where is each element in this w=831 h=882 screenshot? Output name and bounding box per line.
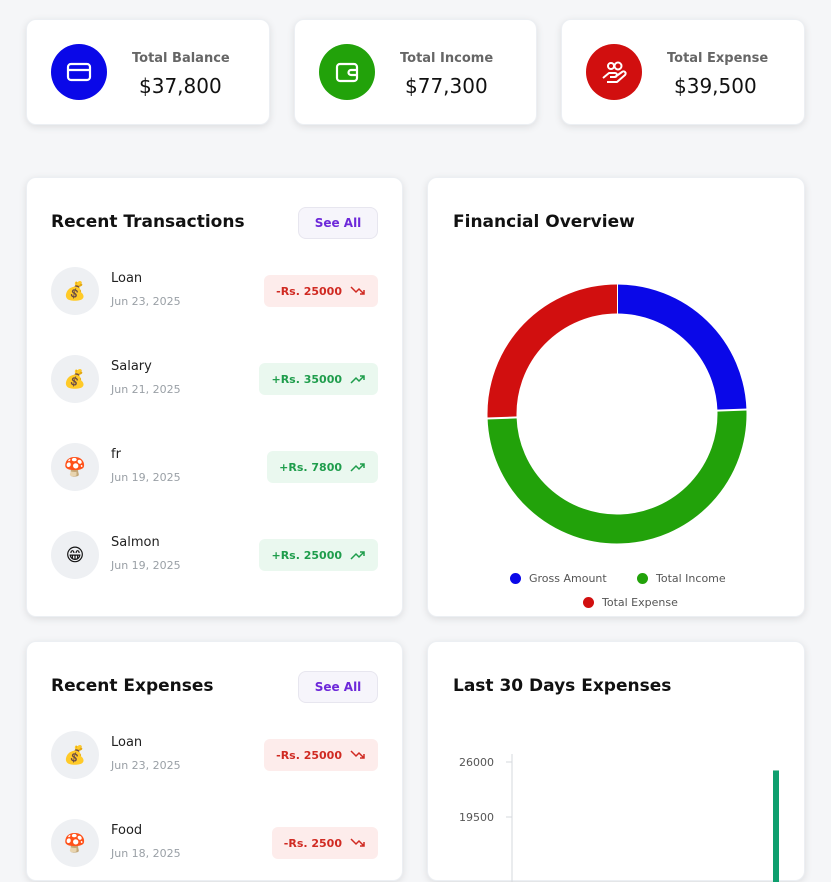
stat-value: $39,500 xyxy=(674,74,757,98)
financial-overview-card: Financial Overview Gross Amount Total In… xyxy=(427,177,805,617)
see-all-button[interactable]: See All xyxy=(298,671,378,703)
section-title: Financial Overview xyxy=(453,212,635,232)
legend-label: Total Expense xyxy=(602,596,678,609)
stat-card-balance: Total Balance $37,800 xyxy=(26,19,270,125)
money-bag-icon: 💰 xyxy=(51,267,99,315)
stat-label: Total Balance xyxy=(132,51,230,66)
donut-chart xyxy=(486,283,748,544)
tx-title: fr xyxy=(111,447,121,462)
trend-up-icon xyxy=(350,551,365,560)
bar-chart: 26000 19500 xyxy=(459,754,779,882)
recent-expenses-card: Recent Expenses See All 💰 Loan Jun 23, 2… xyxy=(26,641,403,881)
tx-date: Jun 19, 2025 xyxy=(111,471,181,484)
tx-date: Jun 19, 2025 xyxy=(111,559,181,572)
stat-label: Total Expense xyxy=(667,51,769,66)
stat-value: $37,800 xyxy=(139,74,222,98)
grin-emoji-icon: 😁 xyxy=(51,531,99,579)
tx-title: Food xyxy=(111,823,143,838)
amount-badge: -Rs. 25000 xyxy=(264,739,378,771)
legend-dot xyxy=(510,573,521,584)
amount-text: -Rs. 25000 xyxy=(276,748,342,762)
trend-up-icon xyxy=(350,463,365,472)
legend-dot xyxy=(583,597,594,608)
amount-text: +Rs. 25000 xyxy=(271,548,342,562)
legend-label: Gross Amount xyxy=(529,572,607,585)
donut-slice-gross-amount xyxy=(616,284,747,411)
tx-title: Loan xyxy=(111,735,143,750)
amount-text: -Rs. 25000 xyxy=(276,284,342,298)
section-title: Recent Transactions xyxy=(51,212,245,232)
hand-coins-icon xyxy=(586,44,642,100)
trend-down-icon xyxy=(350,838,365,847)
amount-badge: +Rs. 35000 xyxy=(259,363,378,395)
money-bag-icon: 💰 xyxy=(51,731,99,779)
amount-text: -Rs. 2500 xyxy=(283,836,342,850)
see-all-button[interactable]: See All xyxy=(298,207,378,239)
tx-date: Jun 23, 2025 xyxy=(111,759,181,772)
tx-title: Salary xyxy=(111,359,152,374)
amount-text: +Rs. 7800 xyxy=(279,460,342,474)
last-30-days-card: Last 30 Days Expenses 26000 19500 xyxy=(427,641,805,882)
y-tick-label: 19500 xyxy=(459,811,494,824)
mushroom-icon: 🍄 xyxy=(51,443,99,491)
trend-down-icon xyxy=(350,750,365,759)
amount-badge: -Rs. 25000 xyxy=(264,275,378,307)
wallet-icon xyxy=(319,44,375,100)
amount-badge: -Rs. 2500 xyxy=(271,827,378,859)
list-item[interactable]: 💰 Loan Jun 23, 2025 -Rs. 25000 xyxy=(51,731,378,779)
legend-label: Total Income xyxy=(656,572,726,585)
tx-title: Loan xyxy=(111,271,143,286)
recent-transactions-card: Recent Transactions See All 💰 Loan Jun 2… xyxy=(26,177,403,617)
amount-badge: +Rs. 7800 xyxy=(267,451,378,483)
legend-item: Gross Amount xyxy=(510,572,607,585)
y-tick-label: 26000 xyxy=(459,756,494,769)
tx-date: Jun 21, 2025 xyxy=(111,383,181,396)
stat-value: $77,300 xyxy=(405,74,488,98)
trend-up-icon xyxy=(350,375,365,384)
list-item[interactable]: 😁 Salmon Jun 19, 2025 +Rs. 25000 xyxy=(51,531,378,579)
trend-down-icon xyxy=(350,286,365,295)
stat-label: Total Income xyxy=(400,51,494,66)
bar[interactable] xyxy=(773,770,779,882)
slice-separator xyxy=(716,408,748,412)
stat-card-expense: Total Expense $39,500 xyxy=(561,19,805,125)
tx-date: Jun 18, 2025 xyxy=(111,847,181,860)
legend-item: Total Income xyxy=(637,572,726,585)
card-icon xyxy=(51,44,107,100)
tx-title: Salmon xyxy=(111,535,160,550)
donut-slice-total-income xyxy=(487,409,747,544)
stat-card-income: Total Income $77,300 xyxy=(294,19,537,125)
amount-text: +Rs. 35000 xyxy=(271,372,342,386)
tx-date: Jun 23, 2025 xyxy=(111,295,181,308)
list-item[interactable]: 🍄 Food Jun 18, 2025 -Rs. 2500 xyxy=(51,819,378,867)
slice-separator xyxy=(486,416,518,420)
list-item[interactable]: 💰 Loan Jun 23, 2025 -Rs. 25000 xyxy=(51,267,378,315)
money-bag-icon: 💰 xyxy=(51,355,99,403)
donut-slice-total-expense xyxy=(487,284,618,419)
amount-badge: +Rs. 25000 xyxy=(259,539,378,571)
mushroom-icon: 🍄 xyxy=(51,819,99,867)
list-item[interactable]: 💰 Salary Jun 21, 2025 +Rs. 35000 xyxy=(51,355,378,403)
legend-dot xyxy=(637,573,648,584)
section-title: Recent Expenses xyxy=(51,676,214,696)
list-item[interactable]: 🍄 fr Jun 19, 2025 +Rs. 7800 xyxy=(51,443,378,491)
legend-item: Total Expense xyxy=(583,596,678,609)
